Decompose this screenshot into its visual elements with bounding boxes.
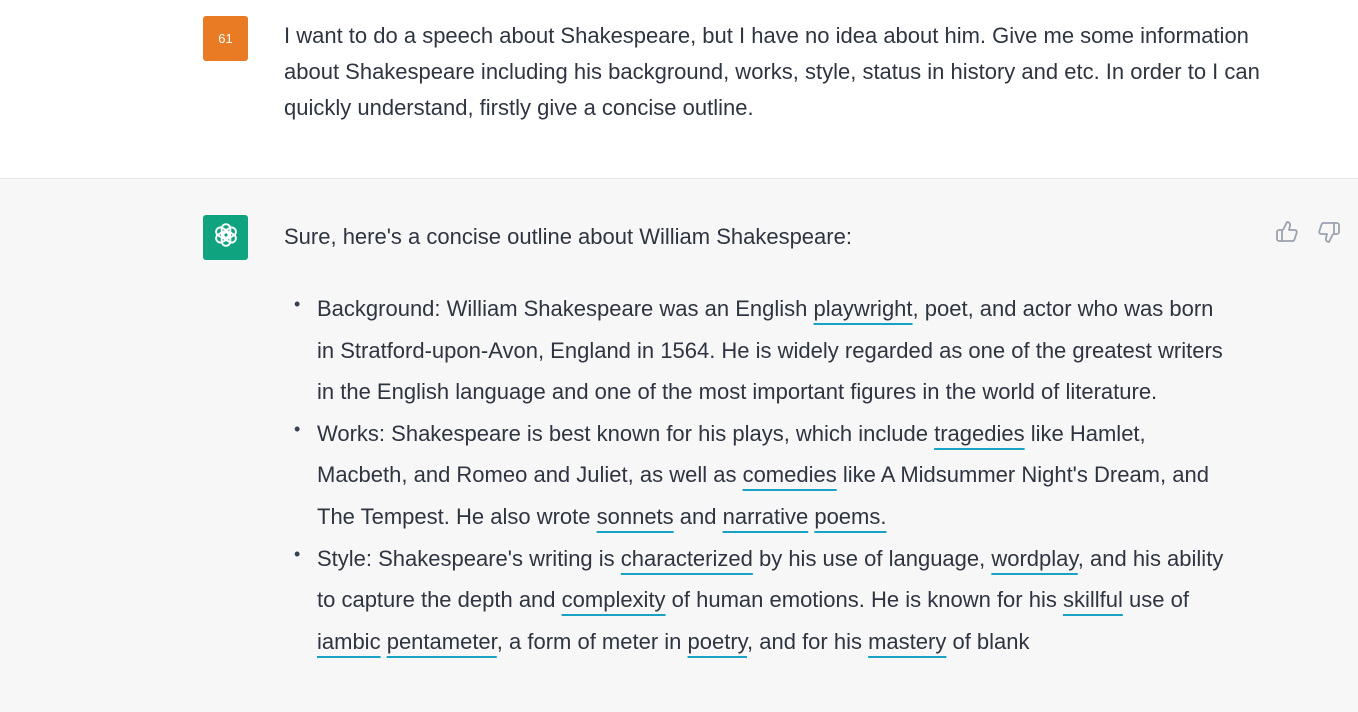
glossary-link[interactable]: complexity [562, 587, 666, 612]
bullet-marker: • [294, 294, 301, 314]
thumbs-up-icon [1275, 220, 1299, 249]
user-message-text: I want to do a speech about Shakespeare,… [284, 23, 1260, 120]
thumbs-down-icon [1317, 220, 1341, 249]
glossary-link[interactable]: comedies [743, 462, 837, 487]
glossary-link[interactable]: poetry [688, 629, 748, 654]
bullet-text: , and for his [747, 628, 869, 654]
assistant-intro-text: Sure, here's a concise outline about Wil… [284, 224, 852, 249]
outline-bullet-list: • Background: William Shakespeare was an … [284, 288, 1234, 662]
bullet-marker: • [294, 418, 301, 439]
bullet-text: , a form of meter in [496, 628, 688, 654]
glossary-link[interactable]: skillful [1063, 587, 1123, 612]
glossary-link[interactable]: playwright [813, 296, 912, 321]
glossary-link[interactable]: sonnets [597, 504, 674, 529]
glossary-link[interactable]: pentameter [387, 629, 497, 654]
glossary-link[interactable]: wordplay [991, 546, 1077, 571]
glossary-link[interactable]: tragedies [934, 421, 1025, 446]
bullet-text: of blank [946, 628, 1030, 654]
bullet-text: of human emotions. He is known for his [665, 587, 1063, 613]
bullet-text: Background: William Shakespeare was an E… [317, 296, 814, 321]
assistant-avatar [203, 215, 248, 260]
bullet-text: Style: Shakespeare's writing is [317, 545, 621, 571]
outline-bullet-item: • Background: William Shakespeare was an … [284, 288, 1234, 413]
bullet-text: use of [1122, 587, 1189, 613]
bullet-marker: • [294, 543, 301, 564]
openai-logo-icon [211, 220, 241, 255]
bullet-text: by his use of language, [752, 545, 992, 571]
bullet-text: Works: Shakespeare is best known for his… [317, 420, 935, 446]
glossary-link[interactable]: narrative [723, 504, 809, 529]
thumbs-down-button[interactable] [1316, 221, 1342, 247]
assistant-message-row: Sure, here's a concise outline about Wil… [0, 179, 1358, 712]
outline-bullet-item: • Style: Shakespeare's writing is charact… [284, 538, 1234, 663]
thumbs-up-button[interactable] [1274, 220, 1300, 249]
glossary-link[interactable]: iambic [317, 629, 381, 654]
user-avatar-label: 61 [218, 31, 233, 46]
outline-bullet-item: • Works: Shakespeare is best known for hi… [284, 413, 1234, 538]
user-message-row: 61 I want to do a speech about Shakespea… [0, 0, 1358, 178]
glossary-link[interactable]: characterized [621, 546, 753, 571]
bullet-text: and [673, 503, 723, 529]
glossary-link[interactable]: poems. [814, 504, 886, 529]
glossary-link[interactable]: mastery [868, 629, 946, 654]
user-avatar: 61 [203, 16, 248, 61]
